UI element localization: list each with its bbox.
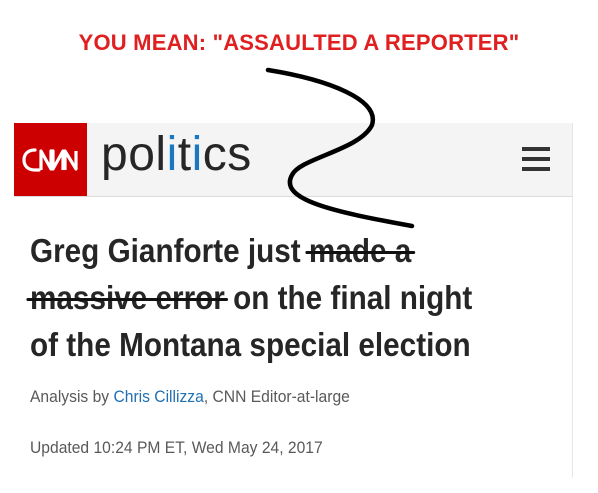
byline-prefix: Analysis by xyxy=(30,387,114,406)
section-title[interactable]: politics xyxy=(101,127,252,182)
menu-icon[interactable] xyxy=(522,147,550,171)
updated-timestamp: Updated 10:24 PM ET, Wed May 24, 2017 xyxy=(30,438,323,457)
cnn-logo[interactable] xyxy=(14,123,87,196)
section-accent: i xyxy=(191,128,203,181)
byline-suffix: , CNN Editor-at-large xyxy=(203,387,350,406)
article-card: politics Greg Gianforte just made a massi… xyxy=(14,123,573,478)
menu-bar xyxy=(522,147,550,151)
headline-text: Greg Gianforte just xyxy=(30,232,309,269)
struck-text: massive error xyxy=(30,279,225,316)
menu-bar xyxy=(522,157,550,161)
site-header: politics xyxy=(14,123,572,197)
byline: Analysis by Chris Cillizza, CNN Editor-a… xyxy=(30,387,350,407)
section-accent: i xyxy=(166,128,178,181)
caption-text: YOU MEAN: "ASSAULTED A REPORTER" xyxy=(78,30,520,55)
article-headline: Greg Gianforte just made a massive error … xyxy=(30,227,507,368)
author-link[interactable]: Chris Cillizza xyxy=(113,387,203,406)
section-part: pol xyxy=(101,128,167,181)
section-part: cs xyxy=(202,128,252,181)
cnn-logo-icon xyxy=(21,147,78,172)
section-part: t xyxy=(177,128,192,181)
menu-bar xyxy=(522,167,550,171)
struck-text: made a xyxy=(308,232,412,269)
